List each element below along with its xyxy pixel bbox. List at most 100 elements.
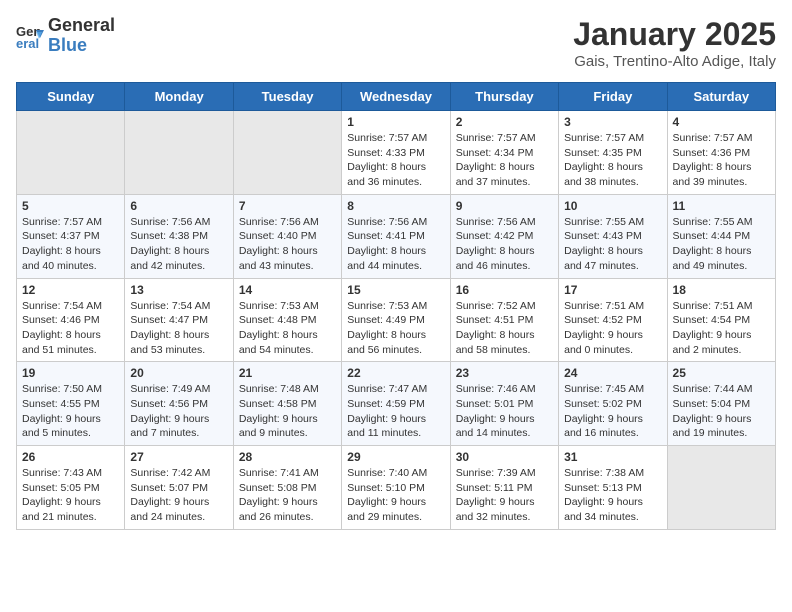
day-info: Sunrise: 7:56 AM Sunset: 4:40 PM Dayligh… — [239, 215, 336, 274]
day-number: 8 — [347, 199, 444, 213]
calendar-cell: 14 Sunrise: 7:53 AM Sunset: 4:48 PM Dayli… — [233, 278, 341, 362]
day-number: 4 — [673, 115, 770, 129]
calendar-cell: 25 Sunrise: 7:44 AM Sunset: 5:04 PM Dayli… — [667, 362, 775, 446]
calendar-week-row: 1Sunrise: 7:57 AM Sunset: 4:33 PM Daylig… — [17, 111, 776, 195]
day-number: 13 — [130, 283, 227, 297]
calendar-cell: 20Sunrise: 7:49 AM Sunset: 4:56 PM Dayli… — [125, 362, 233, 446]
day-info: Sunrise: 7:47 AM Sunset: 4:59 PM Dayligh… — [347, 382, 444, 441]
weekday-header-monday: Monday — [125, 83, 233, 111]
day-info: Sunrise: 7:51 AM Sunset: 4:52 PM Dayligh… — [564, 299, 661, 358]
day-number: 11 — [673, 199, 770, 213]
weekday-header-saturday: Saturday — [667, 83, 775, 111]
calendar-cell: 7 Sunrise: 7:56 AM Sunset: 4:40 PM Daylig… — [233, 194, 341, 278]
day-info: Sunrise: 7:57 AM Sunset: 4:35 PM Dayligh… — [564, 131, 661, 190]
calendar-cell: 23Sunrise: 7:46 AM Sunset: 5:01 PM Dayli… — [450, 362, 558, 446]
calendar-cell: 3 Sunrise: 7:57 AM Sunset: 4:35 PM Daylig… — [559, 111, 667, 195]
day-info: Sunrise: 7:50 AM Sunset: 4:55 PM Dayligh… — [22, 382, 119, 441]
day-info: Sunrise: 7:56 AM Sunset: 4:42 PM Dayligh… — [456, 215, 553, 274]
calendar-cell: 19 Sunrise: 7:50 AM Sunset: 4:55 PM Dayli… — [17, 362, 125, 446]
svg-text:eral: eral — [16, 36, 39, 50]
calendar-cell: 8 Sunrise: 7:56 AM Sunset: 4:41 PM Daylig… — [342, 194, 450, 278]
day-number: 25 — [673, 366, 770, 380]
day-number: 26 — [22, 450, 119, 464]
calendar-cell: 2 Sunrise: 7:57 AM Sunset: 4:34 PM Daylig… — [450, 111, 558, 195]
day-number: 24 — [564, 366, 661, 380]
calendar-cell: 29 Sunrise: 7:40 AM Sunset: 5:10 PM Dayli… — [342, 446, 450, 530]
day-number: 7 — [239, 199, 336, 213]
weekday-header-wednesday: Wednesday — [342, 83, 450, 111]
day-info: Sunrise: 7:57 AM Sunset: 4:37 PM Dayligh… — [22, 215, 119, 274]
day-number: 18 — [673, 283, 770, 297]
calendar-cell: 1Sunrise: 7:57 AM Sunset: 4:33 PM Daylig… — [342, 111, 450, 195]
location-title: Gais, Trentino-Alto Adige, Italy — [573, 53, 776, 70]
day-number: 2 — [456, 115, 553, 129]
day-number: 10 — [564, 199, 661, 213]
calendar-cell: 12Sunrise: 7:54 AM Sunset: 4:46 PM Dayli… — [17, 278, 125, 362]
day-number: 9 — [456, 199, 553, 213]
logo-general: General — [48, 16, 115, 36]
day-number: 20 — [130, 366, 227, 380]
day-number: 23 — [456, 366, 553, 380]
day-info: Sunrise: 7:44 AM Sunset: 5:04 PM Dayligh… — [673, 382, 770, 441]
day-info: Sunrise: 7:57 AM Sunset: 4:33 PM Dayligh… — [347, 131, 444, 190]
day-info: Sunrise: 7:39 AM Sunset: 5:11 PM Dayligh… — [456, 466, 553, 525]
day-number: 30 — [456, 450, 553, 464]
day-info: Sunrise: 7:57 AM Sunset: 4:34 PM Dayligh… — [456, 131, 553, 190]
day-number: 21 — [239, 366, 336, 380]
calendar-cell: 22 Sunrise: 7:47 AM Sunset: 4:59 PM Dayli… — [342, 362, 450, 446]
day-number: 17 — [564, 283, 661, 297]
day-info: Sunrise: 7:53 AM Sunset: 4:48 PM Dayligh… — [239, 299, 336, 358]
calendar-cell: 24 Sunrise: 7:45 AM Sunset: 5:02 PM Dayli… — [559, 362, 667, 446]
calendar-cell: 31Sunrise: 7:38 AM Sunset: 5:13 PM Dayli… — [559, 446, 667, 530]
day-info: Sunrise: 7:45 AM Sunset: 5:02 PM Dayligh… — [564, 382, 661, 441]
calendar-cell: 9 Sunrise: 7:56 AM Sunset: 4:42 PM Daylig… — [450, 194, 558, 278]
calendar-cell: 5 Sunrise: 7:57 AM Sunset: 4:37 PM Daylig… — [17, 194, 125, 278]
calendar-cell — [125, 111, 233, 195]
weekday-header-thursday: Thursday — [450, 83, 558, 111]
calendar-cell: 17 Sunrise: 7:51 AM Sunset: 4:52 PM Dayli… — [559, 278, 667, 362]
weekday-header-friday: Friday — [559, 83, 667, 111]
day-info: Sunrise: 7:55 AM Sunset: 4:43 PM Dayligh… — [564, 215, 661, 274]
calendar-cell: 21 Sunrise: 7:48 AM Sunset: 4:58 PM Dayli… — [233, 362, 341, 446]
day-info: Sunrise: 7:56 AM Sunset: 4:41 PM Dayligh… — [347, 215, 444, 274]
day-info: Sunrise: 7:57 AM Sunset: 4:36 PM Dayligh… — [673, 131, 770, 190]
day-info: Sunrise: 7:48 AM Sunset: 4:58 PM Dayligh… — [239, 382, 336, 441]
calendar-cell: 6 Sunrise: 7:56 AM Sunset: 4:38 PM Daylig… — [125, 194, 233, 278]
day-info: Sunrise: 7:41 AM Sunset: 5:08 PM Dayligh… — [239, 466, 336, 525]
calendar-week-row: 5 Sunrise: 7:57 AM Sunset: 4:37 PM Daylig… — [17, 194, 776, 278]
calendar-cell: 30 Sunrise: 7:39 AM Sunset: 5:11 PM Dayli… — [450, 446, 558, 530]
day-number: 31 — [564, 450, 661, 464]
calendar-cell: 18 Sunrise: 7:51 AM Sunset: 4:54 PM Dayli… — [667, 278, 775, 362]
day-number: 22 — [347, 366, 444, 380]
calendar-table: SundayMondayTuesdayWednesdayThursdayFrid… — [16, 82, 776, 530]
weekday-header-row: SundayMondayTuesdayWednesdayThursdayFrid… — [17, 83, 776, 111]
day-number: 5 — [22, 199, 119, 213]
calendar-week-row: 19 Sunrise: 7:50 AM Sunset: 4:55 PM Dayli… — [17, 362, 776, 446]
weekday-header-sunday: Sunday — [17, 83, 125, 111]
day-number: 29 — [347, 450, 444, 464]
calendar-cell — [667, 446, 775, 530]
day-number: 14 — [239, 283, 336, 297]
day-number: 28 — [239, 450, 336, 464]
day-number: 6 — [130, 199, 227, 213]
calendar-cell — [233, 111, 341, 195]
day-number: 27 — [130, 450, 227, 464]
calendar-cell: 26Sunrise: 7:43 AM Sunset: 5:05 PM Dayli… — [17, 446, 125, 530]
day-info: Sunrise: 7:54 AM Sunset: 4:47 PM Dayligh… — [130, 299, 227, 358]
logo-icon: Gen eral — [16, 22, 44, 50]
day-info: Sunrise: 7:51 AM Sunset: 4:54 PM Dayligh… — [673, 299, 770, 358]
day-info: Sunrise: 7:42 AM Sunset: 5:07 PM Dayligh… — [130, 466, 227, 525]
calendar-week-row: 12Sunrise: 7:54 AM Sunset: 4:46 PM Dayli… — [17, 278, 776, 362]
day-info: Sunrise: 7:56 AM Sunset: 4:38 PM Dayligh… — [130, 215, 227, 274]
day-info: Sunrise: 7:40 AM Sunset: 5:10 PM Dayligh… — [347, 466, 444, 525]
calendar-cell: 28 Sunrise: 7:41 AM Sunset: 5:08 PM Dayli… — [233, 446, 341, 530]
weekday-header-tuesday: Tuesday — [233, 83, 341, 111]
title-block: January 2025 Gais, Trentino-Alto Adige, … — [573, 16, 776, 70]
day-number: 3 — [564, 115, 661, 129]
calendar-cell: 11Sunrise: 7:55 AM Sunset: 4:44 PM Dayli… — [667, 194, 775, 278]
day-number: 19 — [22, 366, 119, 380]
logo-blue: Blue — [48, 36, 115, 56]
day-number: 12 — [22, 283, 119, 297]
day-number: 15 — [347, 283, 444, 297]
logo: Gen eral General Blue — [16, 16, 115, 56]
